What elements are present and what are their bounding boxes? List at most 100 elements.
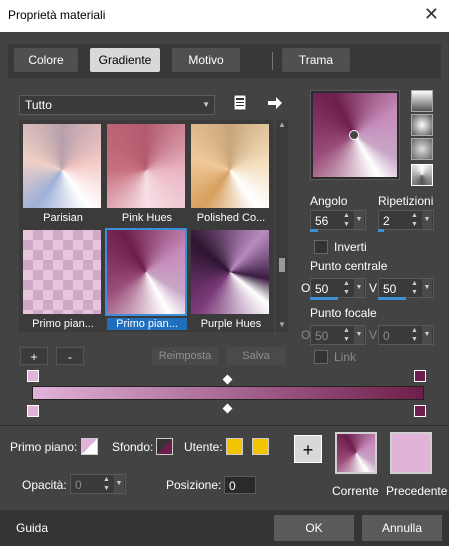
chevron-down-icon: ▼ — [202, 100, 210, 109]
repeats-slider[interactable] — [378, 229, 384, 232]
category-dropdown[interactable]: Tutto ▼ — [19, 95, 215, 115]
gradient-thumb — [23, 230, 101, 314]
chevron-down-icon[interactable]: ▼ — [354, 326, 364, 344]
stepper-arrows-icon[interactable]: ▲ ▼ — [411, 326, 421, 344]
opacity-stepper[interactable]: 0 ▲ ▼ ▼ — [70, 474, 126, 494]
close-icon[interactable]: ✕ — [424, 4, 439, 25]
help-link[interactable]: Guida — [16, 521, 48, 535]
chevron-down-icon[interactable]: ▼ — [422, 326, 432, 344]
center-o-stepper[interactable]: 50 ▲ ▼ ▼ — [310, 278, 366, 298]
gradient-preview[interactable] — [310, 90, 400, 180]
focal-point-label: Punto focale — [310, 306, 377, 320]
chevron-down-icon[interactable]: ▼ — [278, 320, 286, 329]
add-gradient-button[interactable]: + — [20, 347, 48, 365]
gradient-tile-parisian[interactable]: Parisian — [23, 124, 101, 224]
gradient-editor-bar[interactable] — [32, 386, 424, 400]
stepper-arrows-icon[interactable]: ▲ ▼ — [343, 211, 353, 229]
foreground-swatch[interactable] — [81, 438, 98, 455]
foreground-label: Primo piano: — [10, 440, 78, 454]
gradient-tile-polished-copper[interactable]: Polished Co... — [191, 124, 269, 224]
invert-label: Inverti — [334, 240, 367, 254]
user-swatch-1[interactable] — [226, 438, 243, 455]
stepper-arrows-icon[interactable]: ▲ ▼ — [411, 279, 421, 297]
stepper-arrows-icon[interactable]: ▲ ▼ — [411, 211, 421, 229]
cancel-button[interactable]: Annulla — [362, 515, 442, 541]
background-stop-icon[interactable] — [414, 370, 426, 382]
ok-button[interactable]: OK — [274, 515, 354, 541]
remove-gradient-button[interactable]: - — [56, 347, 84, 365]
previous-preview[interactable] — [390, 432, 432, 474]
color-stop-end-icon[interactable] — [414, 405, 426, 417]
sunburst-style-icon[interactable] — [411, 164, 433, 186]
rectangular-style-icon[interactable] — [411, 114, 433, 136]
radial-style-icon[interactable] — [411, 138, 433, 160]
focal-v-stepper[interactable]: 0 ▲ ▼ ▼ — [378, 325, 434, 345]
save-button[interactable]: Salva — [226, 347, 286, 365]
chevron-down-icon[interactable]: ▼ — [354, 211, 364, 229]
position-field[interactable]: 0 — [224, 476, 256, 494]
repeats-label: Ripetizioni — [378, 194, 434, 208]
gradient-scrollbar[interactable]: ▲ ▼ — [276, 120, 288, 332]
gradient-tile-purple-hues[interactable]: Purple Hues — [191, 230, 269, 330]
focal-o-value: 50 — [315, 329, 329, 343]
gradient-thumb — [23, 124, 101, 208]
repeats-stepper[interactable]: 2 ▲ ▼ ▼ — [378, 210, 434, 230]
gradient-label: Purple Hues — [200, 318, 262, 330]
arrow-right-icon[interactable] — [266, 95, 284, 114]
gradient-label: Primo pian... — [32, 318, 94, 330]
angle-slider[interactable] — [310, 229, 318, 232]
background-swatch[interactable] — [156, 438, 173, 455]
gradient-tile-primo-piano-1[interactable]: Primo pian... — [23, 230, 101, 330]
gradient-label: Primo pian... — [107, 318, 187, 330]
invert-checkbox[interactable] — [314, 240, 328, 254]
chevron-down-icon[interactable]: ▼ — [422, 211, 432, 229]
document-icon[interactable] — [232, 94, 248, 115]
center-v-label: V — [369, 281, 378, 295]
center-v-slider[interactable] — [378, 297, 406, 300]
opacity-value: 0 — [75, 478, 82, 492]
user-swatch-2[interactable] — [252, 438, 269, 455]
tab-motivo[interactable]: Motivo — [172, 48, 240, 72]
chevron-up-icon[interactable]: ▲ — [278, 120, 286, 129]
focal-o-stepper[interactable]: 50 ▲ ▼ ▼ — [310, 325, 366, 345]
chevron-down-icon[interactable]: ▼ — [422, 279, 432, 297]
opacity-midpoint-handle[interactable] — [222, 374, 233, 385]
stepper-arrows-icon[interactable]: ▲ ▼ — [343, 279, 353, 297]
linear-style-icon[interactable] — [411, 90, 433, 112]
tab-gradiente[interactable]: Gradiente — [90, 48, 160, 72]
tab-trama[interactable]: Trama — [282, 48, 350, 72]
reset-button[interactable]: Reimposta — [152, 347, 218, 365]
chevron-down-icon[interactable]: ▼ — [114, 475, 124, 493]
add-to-swatches-button[interactable]: + — [294, 435, 322, 463]
color-stop-start-icon[interactable] — [27, 405, 39, 417]
center-v-stepper[interactable]: 50 ▲ ▼ ▼ — [378, 278, 434, 298]
center-o-value: 50 — [315, 282, 329, 296]
color-midpoint-handle[interactable] — [222, 403, 233, 414]
chevron-down-icon[interactable]: ▼ — [354, 279, 364, 297]
focal-v-value: 0 — [383, 329, 390, 343]
tab-bar: Colore Gradiente Motivo Trama — [8, 44, 441, 78]
position-label: Posizione: — [166, 478, 222, 492]
tab-separator — [272, 52, 273, 70]
current-preview[interactable] — [335, 432, 377, 474]
user-label: Utente: — [184, 440, 223, 454]
scroll-thumb[interactable] — [279, 258, 285, 272]
current-label: Corrente — [332, 484, 379, 498]
window-title: Proprietà materiali — [8, 8, 106, 22]
gradient-label: Pink Hues — [121, 212, 173, 224]
foreground-stop-icon[interactable] — [27, 370, 39, 382]
stepper-arrows-icon[interactable]: ▲ ▼ — [103, 475, 113, 493]
stepper-arrows-icon[interactable]: ▲ ▼ — [343, 326, 353, 344]
center-o-slider[interactable] — [310, 297, 338, 300]
gradient-tile-pink-hues[interactable]: Pink Hues — [107, 124, 185, 224]
link-checkbox[interactable] — [314, 350, 328, 364]
angle-stepper[interactable]: 56 ▲ ▼ ▼ — [310, 210, 366, 230]
gradient-thumb — [191, 124, 269, 208]
tab-colore[interactable]: Colore — [14, 48, 78, 72]
gradient-tile-primo-piano-2[interactable]: Primo pian... — [105, 228, 187, 330]
gradient-grid: Parisian Pink Hues Polished Co... Primo … — [19, 120, 274, 332]
focal-v-label: V — [369, 328, 378, 342]
gradient-label: Parisian — [43, 212, 83, 224]
center-handle-icon[interactable] — [349, 130, 359, 140]
previous-label: Precedente — [386, 484, 448, 498]
